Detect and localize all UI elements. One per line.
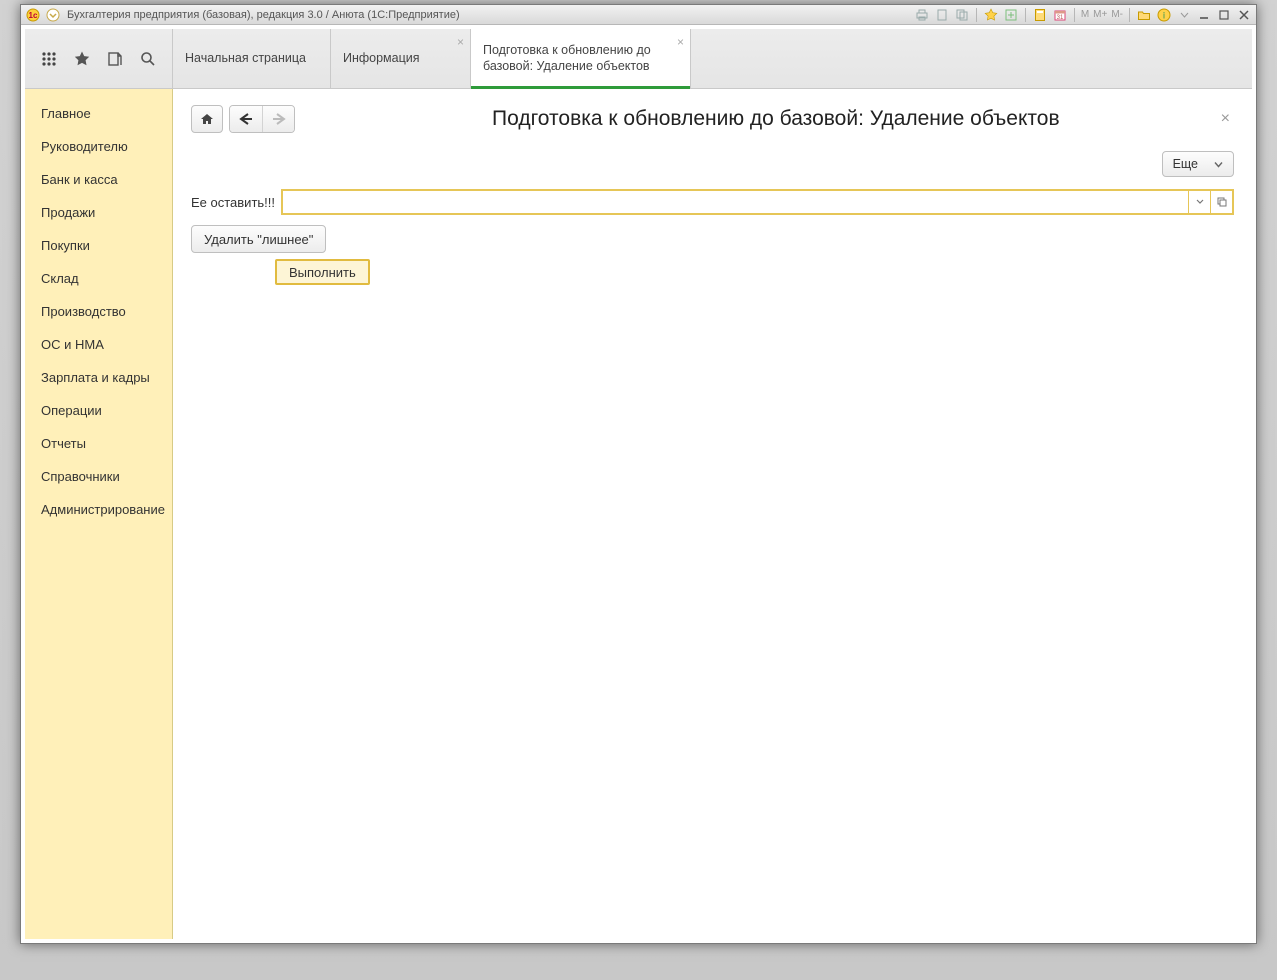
svg-text:i: i: [1163, 10, 1166, 20]
svg-text:31: 31: [1056, 15, 1063, 21]
page-title: Подготовка к обновлению до базовой: Удал…: [307, 107, 1205, 131]
chevron-down-icon: [1214, 160, 1223, 169]
input-dropdown-icon[interactable]: [1188, 191, 1210, 213]
nav-back-forward: [229, 105, 295, 133]
tab-label: Начальная страница: [185, 51, 306, 67]
top-row: Начальная страница Информация × Подготов…: [25, 29, 1252, 89]
toolbar-left: [25, 29, 173, 88]
sidebar-item-label: Банк и касса: [41, 172, 118, 187]
delete-extra-button[interactable]: Удалить "лишнее": [191, 225, 326, 253]
favorite-icon[interactable]: [983, 7, 999, 23]
more-button[interactable]: Еще: [1162, 151, 1234, 177]
addfav-icon[interactable]: [1003, 7, 1019, 23]
printer-icon[interactable]: [914, 7, 930, 23]
sidebar-item-operations[interactable]: Операции: [25, 394, 172, 427]
execute-label: Выполнить: [289, 265, 356, 280]
tab-prepare-update[interactable]: Подготовка к обновлению до базовой: Удал…: [471, 29, 691, 88]
memory-m[interactable]: M: [1081, 9, 1089, 20]
tab-information[interactable]: Информация ×: [331, 29, 471, 88]
sidebar-item-label: ОС и НМА: [41, 337, 104, 352]
keep-field-input[interactable]: [283, 191, 1188, 213]
more-button-label: Еще: [1173, 157, 1198, 171]
sidebar-item-label: Отчеты: [41, 436, 86, 451]
memory-mplus[interactable]: M+: [1093, 9, 1107, 20]
sidebar-item-purchases[interactable]: Покупки: [25, 229, 172, 262]
home-button[interactable]: [191, 105, 223, 133]
svg-text:1c: 1c: [29, 11, 38, 20]
back-button[interactable]: [230, 106, 262, 132]
memory-mminus[interactable]: M-: [1111, 9, 1123, 20]
sidebar-item-manager[interactable]: Руководителю: [25, 130, 172, 163]
apps-grid-icon[interactable]: [39, 49, 58, 69]
app-logo-icon: 1c: [25, 7, 41, 23]
document-icon[interactable]: [934, 7, 950, 23]
sidebar-item-label: Операции: [41, 403, 102, 418]
delete-extra-label: Удалить "лишнее": [204, 232, 313, 247]
sidebar-item-main[interactable]: Главное: [25, 97, 172, 130]
sidebar-item-label: Главное: [41, 106, 91, 121]
content-area: Подготовка к обновлению до базовой: Удал…: [173, 89, 1252, 939]
titlebar-right-tools: 31 M M+ M- i: [914, 7, 1252, 23]
star-icon[interactable]: [72, 49, 91, 69]
sidebar-item-label: Справочники: [41, 469, 120, 484]
tab-start-page[interactable]: Начальная страница: [173, 29, 331, 88]
minimize-icon[interactable]: [1196, 7, 1212, 23]
calendar-icon[interactable]: 31: [1052, 7, 1068, 23]
sidebar: Главное Руководителю Банк и касса Продаж…: [25, 89, 173, 939]
sidebar-item-label: Администрирование: [41, 502, 165, 517]
titlebar: 1c Бухгалтерия предприятия (базовая), ре…: [21, 5, 1256, 25]
sidebar-item-assets[interactable]: ОС и НМА: [25, 328, 172, 361]
sidebar-item-bank[interactable]: Банк и касса: [25, 163, 172, 196]
history-icon[interactable]: [106, 49, 125, 69]
maximize-icon[interactable]: [1216, 7, 1232, 23]
sidebar-item-dictionaries[interactable]: Справочники: [25, 460, 172, 493]
window-title: Бухгалтерия предприятия (базовая), редак…: [67, 9, 460, 21]
sidebar-item-salary[interactable]: Зарплата и кадры: [25, 361, 172, 394]
sidebar-item-label: Продажи: [41, 205, 95, 220]
forward-button[interactable]: [262, 106, 294, 132]
tab-label: Информация: [343, 51, 420, 67]
sidebar-item-production[interactable]: Производство: [25, 295, 172, 328]
keep-field-input-wrap: [281, 189, 1234, 215]
search-icon[interactable]: [139, 49, 158, 69]
folder-icon[interactable]: [1136, 7, 1152, 23]
page-close-icon[interactable]: ×: [1217, 106, 1234, 132]
sidebar-item-label: Руководителю: [41, 139, 128, 154]
input-open-icon[interactable]: [1210, 191, 1232, 213]
sidebar-item-admin[interactable]: Администрирование: [25, 493, 172, 526]
info-drop-icon[interactable]: [1176, 7, 1192, 23]
sidebar-item-warehouse[interactable]: Склад: [25, 262, 172, 295]
tab-close-icon[interactable]: ×: [457, 35, 464, 49]
execute-button[interactable]: Выполнить: [275, 259, 370, 285]
close-icon[interactable]: [1236, 7, 1252, 23]
sidebar-item-label: Склад: [41, 271, 79, 286]
sidebar-item-reports[interactable]: Отчеты: [25, 427, 172, 460]
keep-field-label: Ее оставить!!!: [191, 195, 275, 210]
sidebar-item-label: Производство: [41, 304, 126, 319]
sidebar-item-label: Зарплата и кадры: [41, 370, 150, 385]
calculator-icon[interactable]: [1032, 7, 1048, 23]
dropdown-icon[interactable]: [45, 7, 61, 23]
info-icon[interactable]: i: [1156, 7, 1172, 23]
sidebar-item-label: Покупки: [41, 238, 90, 253]
sidebar-item-sales[interactable]: Продажи: [25, 196, 172, 229]
tab-label: Подготовка к обновлению до базовой: Удал…: [483, 43, 666, 74]
tab-close-icon[interactable]: ×: [677, 35, 684, 49]
tabs-bar: Начальная страница Информация × Подготов…: [173, 29, 1252, 88]
copy-icon[interactable]: [954, 7, 970, 23]
